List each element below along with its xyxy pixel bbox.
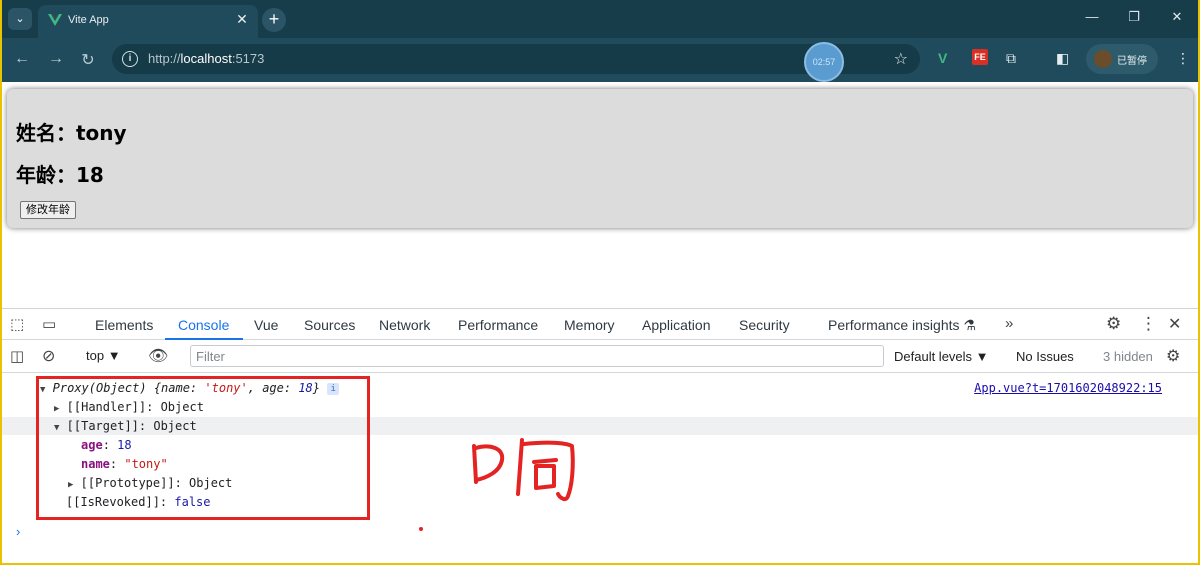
back-icon[interactable]: ← bbox=[12, 50, 32, 68]
devtools-tab-bar: ⬚ ▭ Elements Console Vue Sources Network… bbox=[2, 309, 1198, 340]
profile-status: 已暂停 bbox=[1117, 56, 1147, 67]
source-link[interactable]: App.vue?t=1701602048922:15 bbox=[974, 381, 1162, 395]
bookmark-star-icon[interactable]: ☆ bbox=[894, 49, 908, 69]
browser-chrome: ⌄ Vite App ✕ + — ❐ ✕ ← → ↻ i http://loca… bbox=[0, 0, 1200, 82]
reload-icon[interactable]: ↻ bbox=[78, 50, 98, 70]
log-levels-dropdown[interactable]: Default levels ▼ bbox=[894, 349, 989, 364]
tab-console[interactable]: Console bbox=[178, 317, 229, 333]
device-toolbar-icon[interactable]: ▭ bbox=[42, 315, 56, 333]
fe-helper-extension-icon[interactable]: FE bbox=[972, 49, 988, 65]
context-selector[interactable]: top ▼ bbox=[86, 348, 121, 363]
dropdown-arrow-icon: ▼ bbox=[975, 349, 989, 364]
tab-sources[interactable]: Sources bbox=[304, 317, 355, 333]
new-tab-button[interactable]: + bbox=[262, 8, 286, 32]
profile-chip[interactable]: 已暂停 bbox=[1086, 44, 1158, 74]
vue-logo-icon bbox=[48, 14, 62, 26]
site-info-icon[interactable]: i bbox=[122, 51, 138, 67]
vue-devtools-extension-icon[interactable]: V bbox=[938, 50, 947, 66]
extensions-puzzle-icon[interactable]: ⧉ bbox=[1006, 50, 1016, 67]
tab-vue[interactable]: Vue bbox=[254, 317, 278, 333]
sidebar-toggle-icon[interactable]: ◫ bbox=[10, 347, 24, 365]
tab-application[interactable]: Application bbox=[642, 317, 711, 333]
person-card: 姓名：tony 年龄：18 修改年龄 bbox=[7, 89, 1193, 228]
tab-vite-app[interactable]: Vite App ✕ bbox=[38, 5, 258, 38]
tab-title: Vite App bbox=[68, 14, 109, 26]
issues-button[interactable]: No Issues bbox=[1016, 349, 1074, 364]
red-dot bbox=[419, 527, 423, 531]
filter-placeholder: Filter bbox=[196, 349, 225, 364]
inspect-element-icon[interactable]: ⬚ bbox=[10, 315, 24, 333]
tab-memory[interactable]: Memory bbox=[564, 317, 615, 333]
live-expression-eye-icon[interactable]: 👁 bbox=[148, 346, 168, 366]
filter-input[interactable]: Filter bbox=[190, 345, 884, 367]
tab-strip: ⌄ Vite App ✕ + — ❐ ✕ bbox=[0, 0, 1200, 38]
close-window-icon[interactable]: ✕ bbox=[1167, 9, 1187, 25]
settings-gear-icon[interactable]: ⚙ bbox=[1106, 314, 1121, 334]
close-tab-icon[interactable]: ✕ bbox=[234, 11, 250, 28]
modify-age-button[interactable]: 修改年龄 bbox=[20, 201, 76, 219]
browser-menu-icon[interactable]: ⋮ bbox=[1176, 50, 1190, 67]
side-panel-icon[interactable]: ◧ bbox=[1056, 50, 1069, 67]
browser-toolbar: ← → ↻ i http://localhost:5173 02:57 ☆ V … bbox=[0, 38, 1200, 82]
more-tabs-chevron-icon[interactable]: » bbox=[1005, 315, 1013, 332]
red-highlight-box bbox=[36, 376, 370, 520]
address-bar[interactable]: i http://localhost:5173 02:57 ☆ bbox=[112, 42, 920, 82]
forward-icon[interactable]: → bbox=[46, 50, 66, 68]
url-text[interactable]: http://localhost:5173 bbox=[148, 51, 264, 66]
name-line: 姓名：tony bbox=[16, 121, 127, 145]
avatar bbox=[1094, 50, 1112, 68]
clear-console-icon[interactable]: ⊘ bbox=[42, 346, 55, 366]
tab-performance-insights[interactable]: Performance insights ⚗ bbox=[828, 317, 976, 334]
tab-security[interactable]: Security bbox=[739, 317, 790, 333]
restore-icon[interactable]: ❐ bbox=[1124, 9, 1144, 25]
customize-menu-icon[interactable]: ⋮ bbox=[1140, 314, 1157, 334]
flask-icon: ⚗ bbox=[963, 317, 976, 333]
hidden-count: 3 hidden bbox=[1103, 349, 1153, 364]
close-devtools-icon[interactable]: ✕ bbox=[1168, 314, 1181, 334]
console-prompt-icon[interactable]: › bbox=[16, 524, 20, 539]
dropdown-arrow-icon: ▼ bbox=[107, 348, 121, 363]
console-settings-gear-icon[interactable]: ⚙ bbox=[1166, 346, 1180, 366]
tab-search-button[interactable]: ⌄ bbox=[8, 8, 32, 30]
handwritten-annotation: 响 bbox=[472, 438, 575, 502]
tab-network[interactable]: Network bbox=[379, 317, 430, 333]
age-line: 年龄：18 bbox=[16, 163, 104, 187]
recording-badge[interactable]: 02:57 bbox=[804, 42, 844, 82]
minimize-icon[interactable]: — bbox=[1082, 9, 1102, 24]
console-toolbar: ◫ ⊘ top ▼ 👁 Filter Default levels ▼ No I… bbox=[2, 340, 1198, 373]
tab-elements[interactable]: Elements bbox=[95, 317, 153, 333]
tab-performance[interactable]: Performance bbox=[458, 317, 538, 333]
